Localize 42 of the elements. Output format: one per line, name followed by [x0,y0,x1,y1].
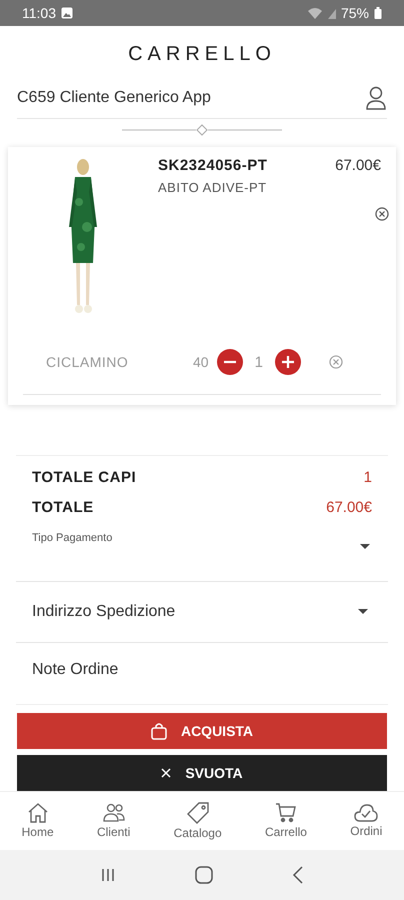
nav-tab[interactable]: Carrello [258,792,313,850]
battery-icon [374,7,382,19]
users-icon [102,803,126,823]
total-label: TOTALE [32,498,94,516]
close-icon [161,768,172,778]
product-description: ABITO ADIVE-PT [158,180,268,195]
buy-button[interactable]: ACQUISTA [17,713,387,749]
bag-icon [150,722,167,740]
nav-tab[interactable]: Ordini [344,792,388,850]
user-icon[interactable] [365,86,387,110]
color-name: CICLAMINO [46,354,130,370]
recents-icon[interactable] [100,867,116,883]
product-code: SK2324056-PT [158,157,268,174]
signal-icon [328,7,336,19]
nav-tab[interactable]: Clienti [90,792,136,850]
cart-icon [274,803,297,823]
payment-dropdown[interactable]: Tipo Pagamento [16,528,388,582]
cloud-check-icon [354,804,378,822]
remove-icon[interactable] [375,207,389,221]
nav-tab[interactable]: Home [16,792,60,850]
total-value: 67.00€ [326,498,372,516]
tag-icon [186,802,209,824]
back-icon[interactable] [292,866,304,884]
home-icon [26,803,49,823]
minus-icon[interactable] [216,349,243,375]
customer-name: C659 Cliente Generico App [17,89,211,107]
nav-tab[interactable]: Catalogo [168,792,228,850]
caret-icon [360,544,370,550]
gallery-icon [61,7,73,19]
status-time: 11:03 [22,5,56,21]
clear-button[interactable]: SVUOTA [17,755,387,791]
size-value: 40 [193,354,209,370]
caret-icon [358,609,368,615]
battery-level: 75% [340,5,369,21]
quantity-value: 1 [254,354,263,370]
plus-icon[interactable] [274,349,301,375]
total-value: 1 [364,468,372,486]
total-label: TOTALE CAPI [32,468,136,486]
wifi-icon [306,7,323,19]
home-button-icon[interactable] [194,866,213,884]
product-price: 67.00€ [335,157,381,174]
page-title: CARRELLO [127,43,277,66]
